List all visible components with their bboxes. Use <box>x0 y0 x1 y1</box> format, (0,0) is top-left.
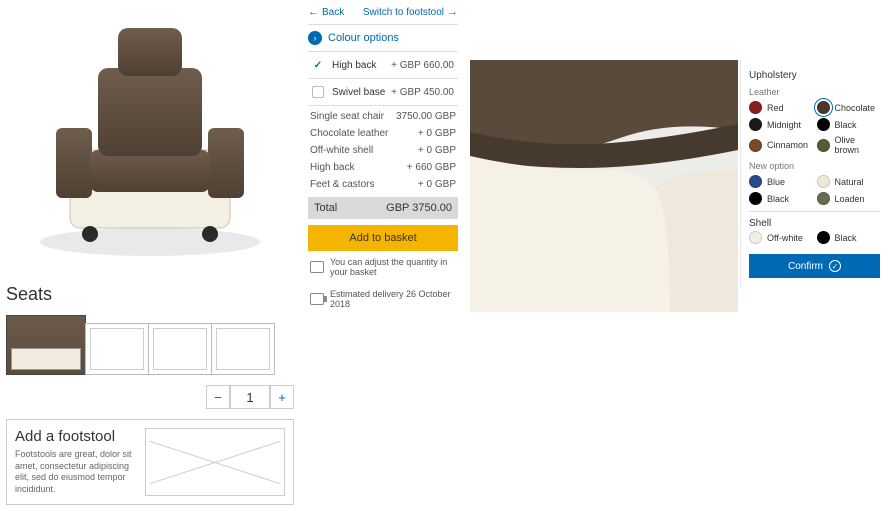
arrow-left-icon: ← <box>308 6 319 18</box>
swatch-dot-icon <box>817 101 830 114</box>
swatch-label: Black <box>835 120 857 130</box>
qty-decrement[interactable]: − <box>206 385 230 409</box>
swatch-dot-icon <box>817 231 830 244</box>
checkbox-empty-icon <box>312 86 324 98</box>
swatch-newopt-loaden[interactable]: Loaden <box>817 192 881 205</box>
quantity-stepper: − 1 + <box>0 381 300 413</box>
confirm-button[interactable]: Confirm ✓ <box>749 254 880 278</box>
add-to-basket-button[interactable]: Add to basket <box>308 225 458 251</box>
switch-footstool-link[interactable]: Switch to footstool → <box>363 6 458 18</box>
colour-options-toggle[interactable]: › Colour options <box>308 27 458 49</box>
swatch-label: Black <box>767 194 789 204</box>
arrow-right-circle-icon: › <box>308 31 322 45</box>
swatch-dot-icon <box>749 231 762 244</box>
seat-slot[interactable] <box>211 323 275 375</box>
check-circle-icon: ✓ <box>829 260 841 272</box>
swatch-leather-midnight[interactable]: Midnight <box>749 118 813 131</box>
seats-heading: Seats <box>0 280 300 309</box>
swatch-newopt-natural[interactable]: Natural <box>817 175 881 188</box>
footstool-title: Add a footstool <box>15 428 135 445</box>
option-swivel-base[interactable]: Swivel base + GBP 450.00 <box>308 81 458 103</box>
swatch-label: Off-white <box>767 233 803 243</box>
swatch-label: Natural <box>835 177 864 187</box>
swatch-leather-cinnamon[interactable]: Cinnamon <box>749 135 813 155</box>
detail-image <box>470 60 738 312</box>
swatch-leather-olive-brown[interactable]: Olive brown <box>817 135 881 155</box>
shell-heading: Shell <box>749 218 880 229</box>
swatch-newopt-black[interactable]: Black <box>749 192 813 205</box>
swatch-leather-black[interactable]: Black <box>817 118 881 131</box>
swatch-label: Loaden <box>835 194 865 204</box>
swatch-dot-icon <box>749 175 762 188</box>
basket-icon <box>310 261 324 273</box>
leather-heading: Leather <box>749 87 880 97</box>
swatch-label: Midnight <box>767 120 801 130</box>
swatch-label: Blue <box>767 177 785 187</box>
footstool-desc: Footstools are great, dolor sit amet, co… <box>15 449 135 496</box>
price-breakdown: Single seat chair3750.00 GBP Chocolate l… <box>308 108 458 193</box>
swatch-dot-icon <box>817 192 830 205</box>
swatch-label: Olive brown <box>835 135 881 155</box>
swatch-newopt-blue[interactable]: Blue <box>749 175 813 188</box>
swatch-label: Cinnamon <box>767 140 808 150</box>
swatch-leather-red[interactable]: Red <box>749 101 813 114</box>
swatch-dot-icon <box>817 175 830 188</box>
add-footstool-card[interactable]: Add a footstool Footstools are great, do… <box>6 419 294 505</box>
swatch-dot-icon <box>817 118 830 131</box>
swatch-dot-icon <box>749 118 762 131</box>
swatch-label: Red <box>767 103 784 113</box>
upholstery-heading: Upholstery <box>749 70 880 81</box>
swatch-dot-icon <box>817 139 830 152</box>
swatch-dot-icon <box>749 101 762 114</box>
swatch-shell-black[interactable]: Black <box>817 231 881 244</box>
swatch-leather-chocolate[interactable]: Chocolate <box>817 101 881 114</box>
swatch-label: Black <box>835 233 857 243</box>
seat-slot[interactable] <box>85 323 149 375</box>
truck-icon <box>310 293 324 305</box>
back-link[interactable]: ← Back <box>308 6 344 18</box>
options-panel: Upholstery Leather Red Chocolate Midnight B… <box>740 60 888 288</box>
total-row: TotalGBP 3750.00 <box>308 197 458 219</box>
swatch-label: Chocolate <box>835 103 876 113</box>
qty-increment[interactable]: + <box>270 385 294 409</box>
qty-value: 1 <box>230 385 270 409</box>
seat-slot[interactable] <box>148 323 212 375</box>
seats-configurator[interactable] <box>0 309 300 381</box>
product-image <box>0 0 300 280</box>
check-icon: ✓ <box>312 59 324 71</box>
arrow-right-icon: → <box>447 6 458 18</box>
delivery-estimate: Estimated delivery 26 October 2018 <box>308 283 458 315</box>
basket-adjust-note: You can adjust the quantity in your bask… <box>308 251 458 283</box>
swatch-dot-icon <box>749 192 762 205</box>
swatch-dot-icon <box>749 139 762 152</box>
option-high-back[interactable]: ✓ High back + GBP 660.00 <box>308 54 458 76</box>
seat-selected[interactable] <box>6 315 86 375</box>
footstool-placeholder-image <box>145 428 285 496</box>
new-option-heading: New option <box>749 161 880 171</box>
swatch-shell-off-white[interactable]: Off-white <box>749 231 813 244</box>
